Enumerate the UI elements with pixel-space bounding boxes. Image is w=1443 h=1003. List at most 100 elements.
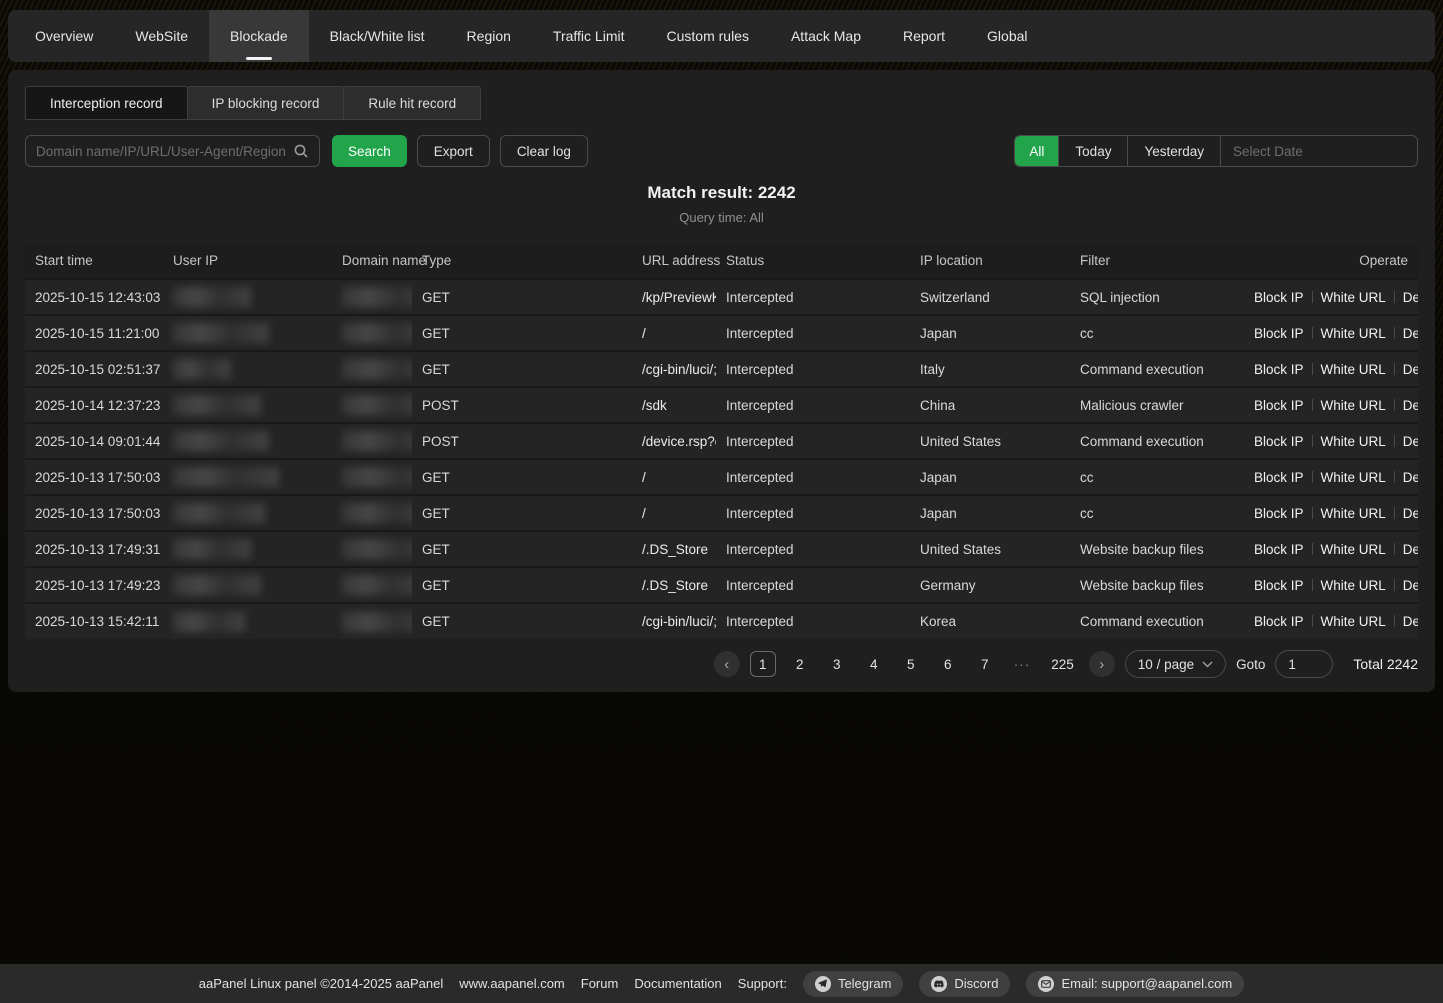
page-number-button[interactable]: 4: [861, 651, 887, 677]
details-link[interactable]: Details: [1403, 290, 1418, 305]
column-header: Operate: [1244, 243, 1418, 279]
page-number-button[interactable]: 6: [935, 651, 961, 677]
goto-page-input[interactable]: [1275, 650, 1333, 678]
page-number-button[interactable]: 225: [1046, 651, 1079, 677]
nav-tab[interactable]: Overview: [14, 10, 114, 62]
details-link[interactable]: Details: [1403, 362, 1418, 377]
details-link[interactable]: Details: [1403, 470, 1418, 485]
time-filter-button[interactable]: Today: [1059, 136, 1128, 166]
white-url-link[interactable]: White URL: [1321, 578, 1386, 593]
divider: [1312, 615, 1313, 627]
time-filter-label: All: [1029, 144, 1044, 159]
block-ip-link[interactable]: Block IP: [1254, 362, 1304, 377]
white-url-link[interactable]: White URL: [1321, 506, 1386, 521]
search-button[interactable]: Search: [332, 135, 407, 167]
cell-url: /kp/PreviewKPQT.jsp?KPQTID=1...: [632, 279, 716, 315]
cell-type: POST: [412, 423, 632, 459]
block-ip-link[interactable]: Block IP: [1254, 614, 1304, 629]
block-ip-link[interactable]: Block IP: [1254, 506, 1304, 521]
table-row: 2025-10-13 15:42:11 GET /cgi-bin/luci/;s…: [25, 603, 1418, 639]
clear-log-button[interactable]: Clear log: [500, 135, 588, 167]
white-url-link[interactable]: White URL: [1321, 290, 1386, 305]
cell-domain-name: [332, 567, 412, 603]
nav-tab[interactable]: Traffic Limit: [532, 10, 646, 62]
record-tabs: Interception record IP blocking record R…: [25, 86, 1418, 120]
website-link[interactable]: www.aapanel.com: [459, 976, 565, 991]
cell-status: Intercepted: [716, 603, 910, 639]
table-row: 2025-10-13 17:49:23 GET /.DS_Store Inter…: [25, 567, 1418, 603]
nav-tab[interactable]: Custom rules: [646, 10, 770, 62]
search-icon[interactable]: [293, 143, 309, 159]
cell-url: /cgi-bin/luci/;stok=/locale?form...: [632, 351, 716, 387]
nav-tab[interactable]: Report: [882, 10, 966, 62]
nav-tab-label: Traffic Limit: [553, 28, 625, 44]
cell-status: Intercepted: [716, 531, 910, 567]
record-tab[interactable]: Rule hit record: [343, 86, 481, 120]
cell-start-time: 2025-10-13 17:49:23: [25, 567, 163, 603]
nav-tab-label: Global: [987, 28, 1027, 44]
nav-tab[interactable]: Blockade: [209, 10, 309, 62]
nav-tab[interactable]: Region: [446, 10, 532, 62]
forum-link[interactable]: Forum: [581, 976, 619, 991]
details-link[interactable]: Details: [1403, 434, 1418, 449]
block-ip-link[interactable]: Block IP: [1254, 326, 1304, 341]
page-size-value: 10 / page: [1138, 657, 1194, 672]
cell-status: Intercepted: [716, 459, 910, 495]
discord-button[interactable]: Discord: [919, 971, 1010, 997]
nav-tab[interactable]: Attack Map: [770, 10, 882, 62]
nav-tab[interactable]: Black/White list: [309, 10, 446, 62]
next-page-button[interactable]: ›: [1089, 651, 1115, 677]
time-filter-button[interactable]: All: [1015, 136, 1059, 166]
email-button[interactable]: Email: support@aapanel.com: [1026, 971, 1244, 997]
cell-status: Intercepted: [716, 279, 910, 315]
user-ip-redacted: [173, 612, 245, 632]
block-ip-link[interactable]: Block IP: [1254, 470, 1304, 485]
page-number-button[interactable]: 2: [787, 651, 813, 677]
telegram-button[interactable]: Telegram: [803, 971, 903, 997]
page-number-button[interactable]: ···: [1009, 651, 1036, 677]
white-url-link[interactable]: White URL: [1321, 434, 1386, 449]
cell-ip-location: Japan: [910, 495, 1070, 531]
cell-domain-name: [332, 423, 412, 459]
search-input[interactable]: [36, 144, 293, 159]
white-url-link[interactable]: White URL: [1321, 470, 1386, 485]
telegram-label: Telegram: [838, 976, 891, 991]
block-ip-link[interactable]: Block IP: [1254, 578, 1304, 593]
white-url-link[interactable]: White URL: [1321, 326, 1386, 341]
cell-operate: Block IP White URL Details: [1244, 459, 1418, 495]
white-url-link[interactable]: White URL: [1321, 614, 1386, 629]
nav-tab[interactable]: Global: [966, 10, 1048, 62]
nav-tab-label: WebSite: [135, 28, 188, 44]
record-tab[interactable]: Interception record: [25, 86, 188, 120]
page-number-button[interactable]: 1: [750, 651, 776, 677]
block-ip-link[interactable]: Block IP: [1254, 290, 1304, 305]
block-ip-link[interactable]: Block IP: [1254, 434, 1304, 449]
page-number-label: 2: [796, 657, 804, 672]
white-url-link[interactable]: White URL: [1321, 542, 1386, 557]
documentation-link[interactable]: Documentation: [634, 976, 721, 991]
cell-url: /cgi-bin/luci/;stok=/locale?form...: [632, 603, 716, 639]
details-link[interactable]: Details: [1403, 542, 1418, 557]
details-link[interactable]: Details: [1403, 398, 1418, 413]
cell-domain-name: [332, 279, 412, 315]
prev-page-button[interactable]: ‹: [714, 651, 740, 677]
block-ip-link[interactable]: Block IP: [1254, 542, 1304, 557]
date-input[interactable]: [1233, 144, 1410, 159]
page-number-button[interactable]: 3: [824, 651, 850, 677]
divider: [1312, 579, 1313, 591]
details-link[interactable]: Details: [1403, 326, 1418, 341]
export-button[interactable]: Export: [417, 135, 490, 167]
time-filter-button[interactable]: Yesterday: [1128, 136, 1221, 166]
nav-tab[interactable]: WebSite: [114, 10, 209, 62]
white-url-link[interactable]: White URL: [1321, 362, 1386, 377]
block-ip-link[interactable]: Block IP: [1254, 398, 1304, 413]
cell-url: /.DS_Store: [632, 531, 716, 567]
details-link[interactable]: Details: [1403, 506, 1418, 521]
page-size-select[interactable]: 10 / page: [1125, 650, 1226, 678]
white-url-link[interactable]: White URL: [1321, 398, 1386, 413]
record-tab[interactable]: IP blocking record: [187, 86, 345, 120]
details-link[interactable]: Details: [1403, 578, 1418, 593]
page-number-button[interactable]: 5: [898, 651, 924, 677]
page-number-button[interactable]: 7: [972, 651, 998, 677]
details-link[interactable]: Details: [1403, 614, 1418, 629]
